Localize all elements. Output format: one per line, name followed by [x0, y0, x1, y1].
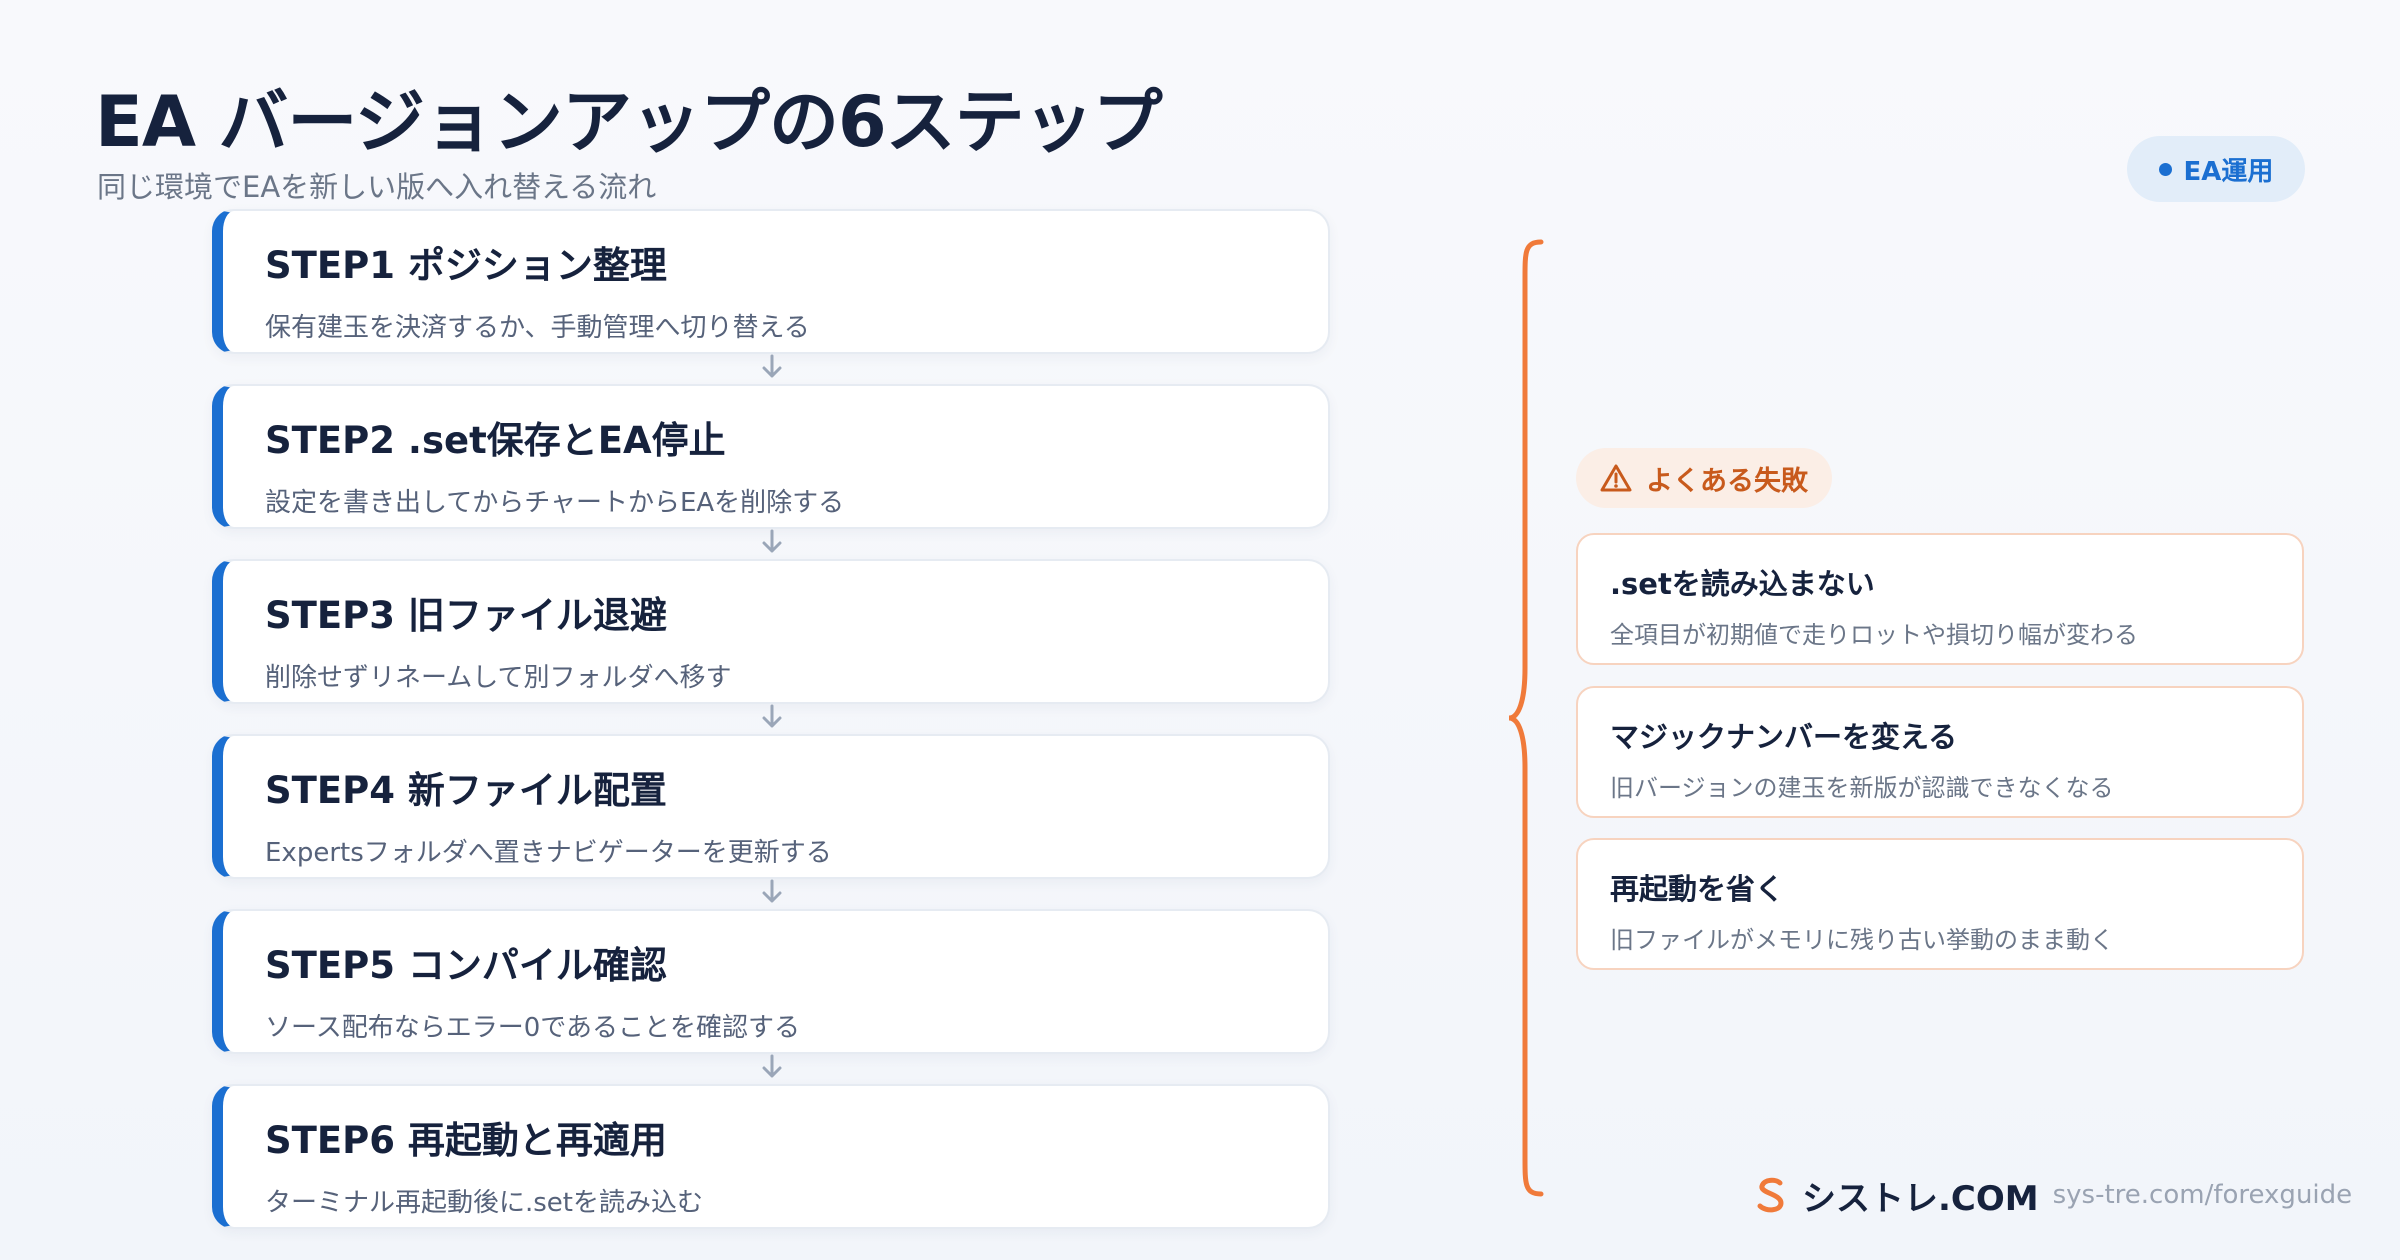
- page-subtitle: 同じ環境でEAを新しい版へ入れ替える流れ: [97, 170, 657, 204]
- step-title: STEP2 .set保存とEA停止: [265, 419, 726, 462]
- category-tag-label: EA運用: [2183, 156, 2274, 187]
- arrow-down-icon: [762, 704, 782, 728]
- warning-icon: [1600, 464, 1632, 492]
- step-title: STEP6 再起動と再適用: [265, 1119, 667, 1162]
- category-tag: EA運用: [2127, 136, 2305, 202]
- step-title: STEP1 ポジション整理: [265, 244, 667, 287]
- step-card-2: STEP2 .set保存とEA停止 設定を書き出してからチャートからEAを削除す…: [212, 384, 1330, 529]
- page-title: EA バージョンアップの6ステップ: [95, 81, 1163, 163]
- brand-name: シストレ.COM: [1802, 1178, 2039, 1219]
- step-description: ターミナル再起動後に.setを読み込む: [265, 1188, 704, 1218]
- step-description: ソース配布ならエラー0であることを確認する: [265, 1013, 800, 1043]
- failure-description: 旧ファイルがメモリに残り古い挙動のまま動く: [1610, 926, 2114, 954]
- step-title: STEP5 コンパイル確認: [265, 944, 667, 987]
- failure-description: 全項目が初期値で走りロットや損切り幅が変わる: [1610, 621, 2138, 649]
- failure-card-2: マジックナンバーを変える 旧バージョンの建玉を新版が認識できなくなる: [1576, 686, 2304, 818]
- failure-title: マジックナンバーを変える: [1610, 720, 1958, 754]
- step-description: 保有建玉を決済するか、手動管理へ切り替える: [265, 313, 810, 343]
- step-card-5: STEP5 コンパイル確認 ソース配布ならエラー0であることを確認する: [212, 909, 1330, 1054]
- failure-title: .setを読み込まない: [1610, 567, 1875, 601]
- arrow-down-icon: [762, 354, 782, 378]
- curly-brace: [1508, 239, 1544, 1197]
- brand-url: sys-tre.com/forexguide: [2052, 1180, 2353, 1210]
- footer: シストレ.COM sys-tre.com/forexguide: [1754, 1170, 2352, 1220]
- step-title: STEP3 旧ファイル退避: [265, 594, 667, 637]
- step-description: 設定を書き出してからチャートからEAを削除する: [265, 488, 845, 518]
- failure-description: 旧バージョンの建玉を新版が認識できなくなる: [1610, 774, 2114, 802]
- step-card-6: STEP6 再起動と再適用 ターミナル再起動後に.setを読み込む: [212, 1084, 1330, 1229]
- failure-card-1: .setを読み込まない 全項目が初期値で走りロットや損切り幅が変わる: [1576, 533, 2304, 665]
- logo-icon: [1757, 1177, 1784, 1213]
- common-failures-label: よくある失敗: [1646, 465, 1808, 497]
- tag-dot-icon: [2158, 162, 2172, 176]
- failure-card-3: 再起動を省く 旧ファイルがメモリに残り古い挙動のまま動く: [1576, 838, 2304, 970]
- step-card-4: STEP4 新ファイル配置 Expertsフォルダへ置きナビゲーターを更新する: [212, 734, 1330, 879]
- step-title: STEP4 新ファイル配置: [265, 769, 667, 812]
- step-card-1: STEP1 ポジション整理 保有建玉を決済するか、手動管理へ切り替える: [212, 209, 1330, 354]
- common-failures-badge: よくある失敗: [1576, 448, 1832, 508]
- step-card-3: STEP3 旧ファイル退避 削除せずリネームして別フォルダへ移す: [212, 559, 1330, 704]
- arrow-down-icon: [762, 1054, 782, 1078]
- arrow-down-icon: [762, 529, 782, 553]
- step-description: 削除せずリネームして別フォルダへ移す: [265, 663, 732, 693]
- failure-title: 再起動を省く: [1610, 872, 1785, 906]
- arrow-down-icon: [762, 879, 782, 903]
- step-description: Expertsフォルダへ置きナビゲーターを更新する: [265, 838, 832, 868]
